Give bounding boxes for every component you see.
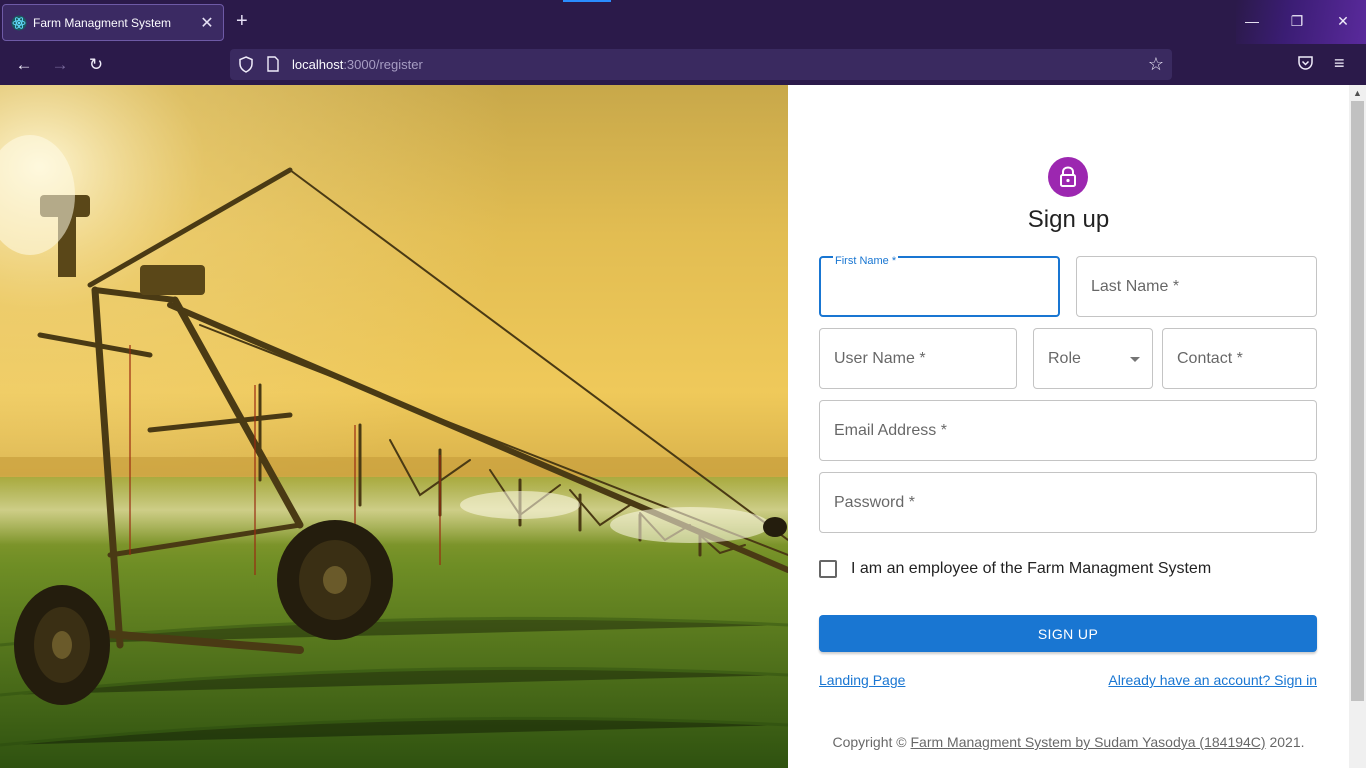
role-label: Role xyxy=(1048,350,1081,367)
browser-tab[interactable]: Farm Managment System ✕ xyxy=(2,4,224,41)
copyright-footer: Copyright © Farm Managment System by Sud… xyxy=(788,734,1349,750)
sign-in-link[interactable]: Already have an account? Sign in xyxy=(1108,672,1317,688)
password-label: Password * xyxy=(834,494,915,511)
reload-button[interactable]: ↻ xyxy=(86,55,106,75)
forward-button[interactable]: → xyxy=(50,55,70,75)
email-field[interactable]: Email Address * xyxy=(819,400,1317,461)
tracking-protection-shield-icon[interactable] xyxy=(238,56,254,73)
react-favicon-icon xyxy=(11,15,27,30)
pocket-icon[interactable] xyxy=(1297,55,1314,71)
url-text[interactable]: localhost:3000/register xyxy=(292,57,423,72)
scroll-up-arrow-icon[interactable]: ▲ xyxy=(1349,88,1366,98)
footer-site-link[interactable]: Farm Managment System by Sudam Yasodya (… xyxy=(910,734,1265,750)
employee-checkbox-row[interactable]: I am an employee of the Farm Managment S… xyxy=(819,560,1211,578)
tab-close-icon[interactable]: ✕ xyxy=(199,13,215,33)
page-content: Sign up First Name * Last Name * User Na… xyxy=(0,85,1366,768)
bookmark-star-icon[interactable]: ☆ xyxy=(1148,54,1164,75)
irrigation-illustration xyxy=(0,85,788,768)
lock-icon xyxy=(1060,166,1076,187)
first-name-label: First Name * xyxy=(833,255,899,267)
back-button[interactable]: ← xyxy=(14,55,34,75)
last-name-label: Last Name * xyxy=(1091,278,1180,295)
page-scrollbar[interactable]: ▲ xyxy=(1349,85,1366,768)
last-name-field[interactable]: Last Name * xyxy=(1076,256,1317,317)
address-bar[interactable]: localhost:3000/register ☆ xyxy=(230,49,1172,80)
hero-image xyxy=(0,85,788,768)
user-name-field[interactable]: User Name * xyxy=(819,328,1017,389)
browser-tab-bar: Farm Managment System ✕ + — ❐ ✕ xyxy=(0,0,1366,44)
password-field[interactable]: Password * xyxy=(819,472,1317,533)
page-info-icon[interactable] xyxy=(266,56,280,72)
signup-panel: Sign up First Name * Last Name * User Na… xyxy=(788,85,1349,768)
tab-title: Farm Managment System xyxy=(33,15,172,30)
contact-field[interactable]: Contact * xyxy=(1162,328,1317,389)
new-tab-button[interactable]: + xyxy=(236,11,248,31)
employee-checkbox-label[interactable]: I am an employee of the Farm Managment S… xyxy=(851,560,1211,578)
email-label: Email Address * xyxy=(834,422,947,439)
role-select[interactable]: Role xyxy=(1033,328,1153,389)
tab-strip-indicator xyxy=(563,0,611,2)
minimize-window-button[interactable]: — xyxy=(1242,12,1262,30)
dropdown-arrow-icon xyxy=(1130,357,1140,362)
scrollbar-thumb[interactable] xyxy=(1351,101,1364,701)
first-name-field[interactable]: First Name * xyxy=(819,255,1060,317)
sign-up-button[interactable]: SIGN UP xyxy=(819,615,1317,652)
browser-nav-bar: ← → ↻ localhost:3000/register ☆ ≡ xyxy=(0,44,1366,85)
menu-icon[interactable]: ≡ xyxy=(1334,53,1345,74)
avatar xyxy=(1048,157,1088,197)
close-window-button[interactable]: ✕ xyxy=(1333,12,1353,30)
landing-page-link[interactable]: Landing Page xyxy=(819,672,905,688)
copyright-suffix: 2021. xyxy=(1265,734,1305,750)
page-title: Sign up xyxy=(1027,206,1110,233)
employee-checkbox[interactable] xyxy=(819,560,837,578)
restore-window-button[interactable]: ❐ xyxy=(1287,12,1307,30)
copyright-prefix: Copyright © xyxy=(832,734,911,750)
user-name-label: User Name * xyxy=(834,350,926,367)
contact-label: Contact * xyxy=(1177,350,1243,367)
